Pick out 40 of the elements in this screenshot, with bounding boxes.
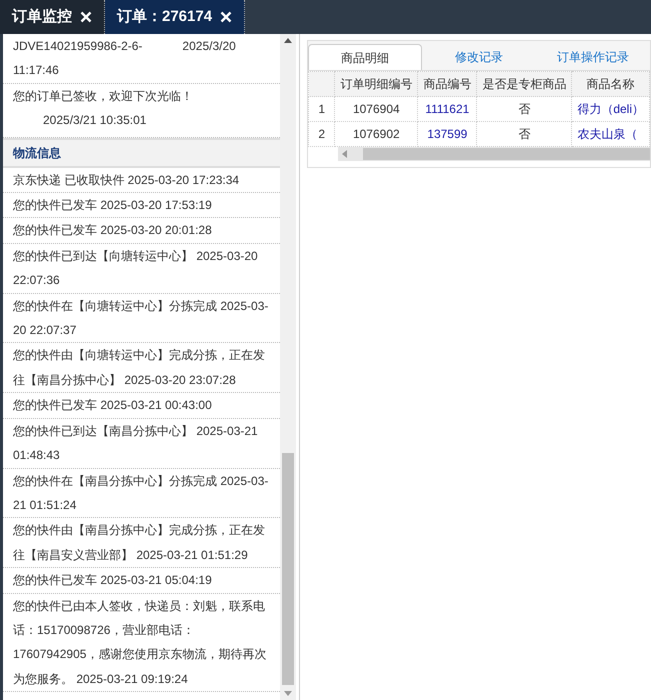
scrollbar[interactable] [280, 34, 296, 700]
scroll-up-icon[interactable] [284, 38, 292, 43]
table-cell: 否 [476, 96, 572, 122]
logistics-entry: 您的快件由【向塘转运中心】完成分拣，正在发往【南昌分拣中心】 2025-03-20 23:07:28 [13, 347, 266, 389]
column-header: 是否是专柜商品 [476, 72, 572, 96]
page-tab[interactable]: 订单监控 [0, 0, 105, 34]
logistics-entry: 您的快件由【南昌分拣中心】完成分拣，正在发往【南昌安义营业部】 2025-03-21 01:51:29 [13, 522, 266, 564]
logistics-entry: 您的快件已到达【向塘转运中心】 2025-03-20 22:07:36 [13, 248, 259, 290]
log-message: 您的订单已签收，欢迎下次光临！ [13, 88, 194, 105]
logistics-entry: 您的快件已发车 2025-03-21 00:43:00 [13, 397, 213, 414]
table-cell: 1076904 [334, 96, 418, 122]
horizontal-scrollbar[interactable] [338, 147, 650, 161]
scroll-down-icon[interactable] [284, 691, 292, 696]
tab-label[interactable]: 订单：276174 [117, 6, 212, 28]
row-number: 1 [308, 96, 335, 122]
logistics-entry: 您的快件已发车 2025-03-20 20:01:28 [13, 222, 213, 240]
page-tab[interactable]: 订单：276174 [105, 0, 246, 34]
logistics-entry: 您的快件在【南昌分拣中心】分拣完成 2025-03-21 01:51:24 [13, 472, 270, 514]
close-button[interactable] [80, 11, 92, 23]
product-name-link[interactable]: 得力（deli） [572, 96, 650, 122]
logistics-entry: 您的快件已到达【南昌分拣中心】 2025-03-21 01:48:43 [13, 422, 259, 464]
column-header: 商品名称 [572, 72, 650, 96]
logistics-entry: 您的快件已由本人签收，快递员：刘魁，联系电话：15170098726，营业部电话：17607942905，感谢您使用京东物流，期待再次为您服务。 2025-03-21 09:19:24 [13, 598, 268, 688]
logistics-entry: 京东快递 已收取快件 2025-03-20 17:23:34 [13, 172, 240, 189]
tab-label[interactable]: 订单监控 [12, 6, 72, 28]
logistics-entry: 您的快件已发车 2025-03-21 05:04:19 [13, 572, 213, 590]
scroll-left-icon[interactable] [342, 150, 347, 158]
log-time: 2025/3/21 10:35:01 [43, 112, 146, 130]
detail-tab[interactable]: 商品明细 [308, 44, 422, 70]
detail-tab[interactable]: 修改记录 [422, 44, 536, 70]
section-title: 物流信息 [3, 138, 280, 168]
logistics-entry: 您的快件在【向塘转运中心】分拣完成 2025-03-20 22:07:37 [13, 298, 270, 340]
column-header: 商品编号 [418, 72, 477, 96]
tracking-entry: JDVE14021959986-2-6- 2025/3/20 11:17:46 [13, 38, 237, 80]
product-code-link[interactable]: 1111621 [418, 96, 477, 122]
detail-tab[interactable]: 订单操作记录 [536, 44, 650, 70]
row-number: 2 [308, 122, 335, 146]
logistics-entry: 您的快件已发车 2025-03-20 17:53:19 [13, 197, 213, 214]
close-button[interactable] [220, 11, 232, 23]
column-header: 订单明细编号 [334, 72, 418, 96]
